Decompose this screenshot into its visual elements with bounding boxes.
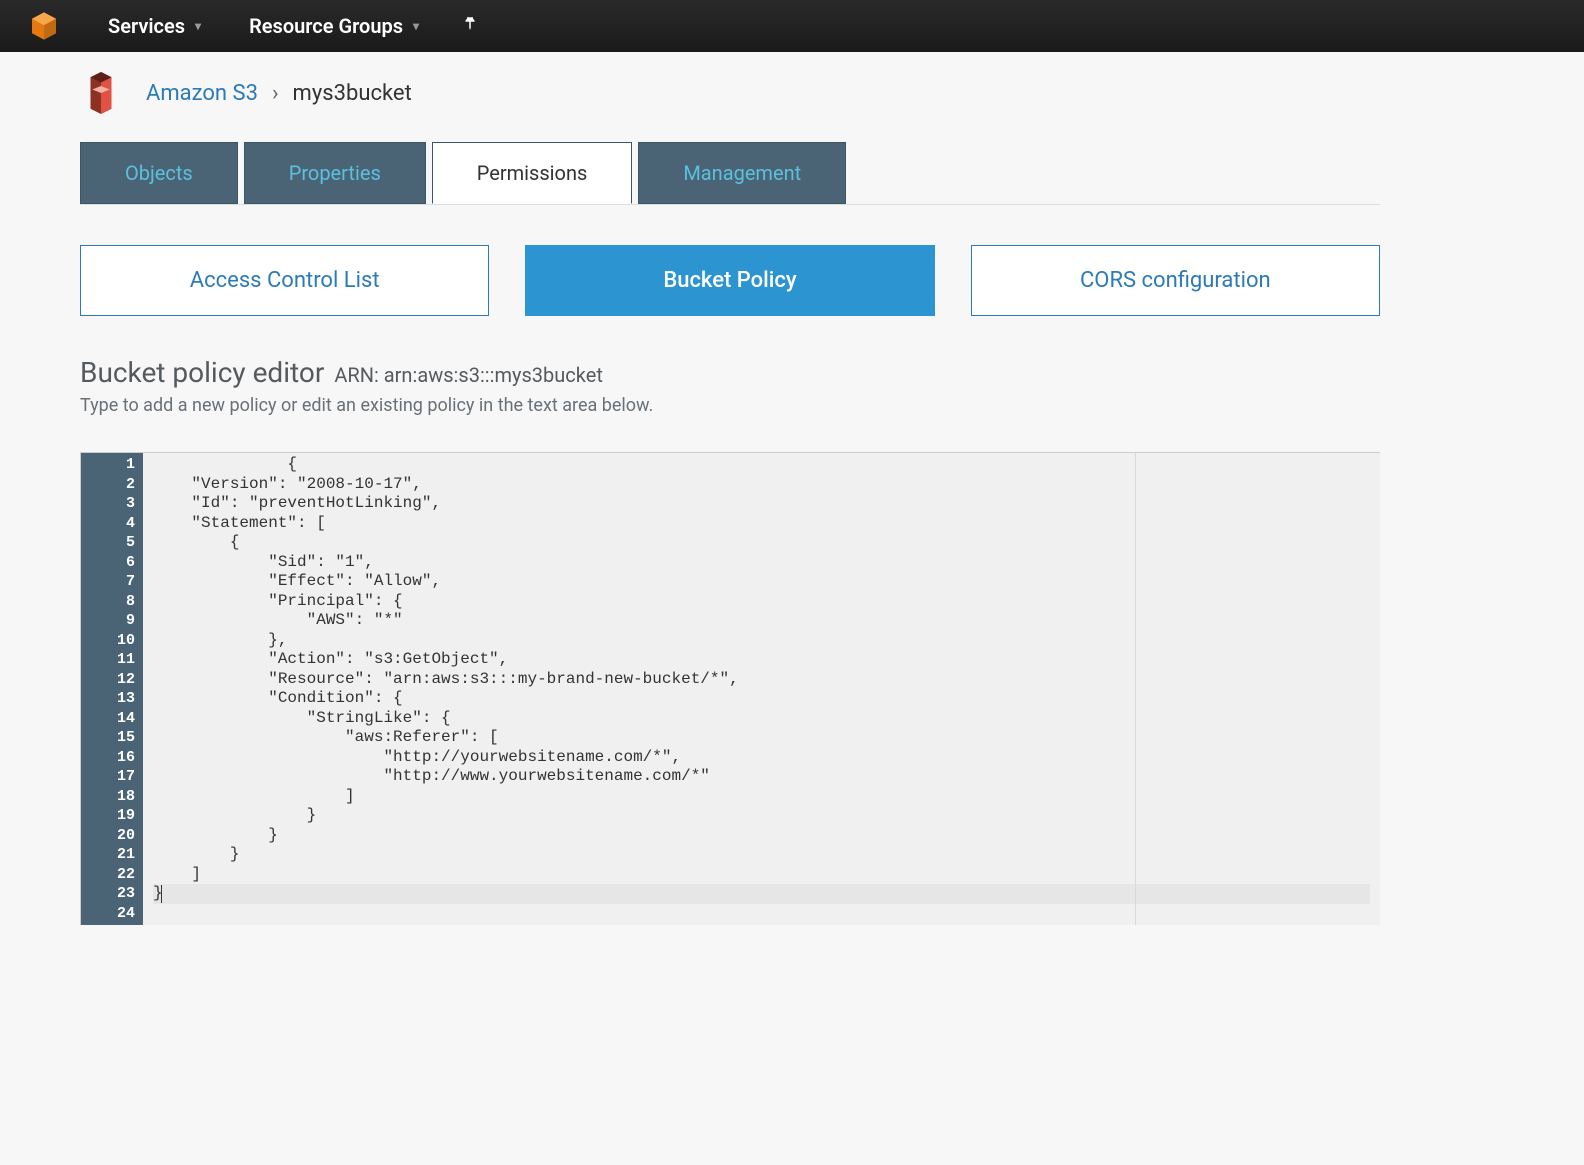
code-line[interactable]: "http://yourwebsitename.com/*", bbox=[153, 748, 1370, 768]
code-line[interactable]: "Statement": [ bbox=[153, 514, 1370, 534]
resource-groups-label: Resource Groups bbox=[249, 14, 403, 38]
line-number: 5 bbox=[85, 533, 135, 553]
tab-permissions[interactable]: Permissions bbox=[432, 142, 633, 204]
page-content: Amazon S3 › mys3bucket Objects Propertie… bbox=[80, 52, 1380, 925]
line-number: 7 bbox=[85, 572, 135, 592]
services-menu[interactable]: Services ▾ bbox=[84, 0, 225, 52]
code-line[interactable]: ] bbox=[153, 787, 1370, 807]
line-number: 15 bbox=[85, 728, 135, 748]
services-label: Services bbox=[108, 14, 185, 38]
line-number: 3 bbox=[85, 494, 135, 514]
code-line[interactable]: { bbox=[153, 455, 1370, 475]
sub-tab-bucket-policy[interactable]: Bucket Policy bbox=[525, 245, 934, 316]
editor-hint: Type to add a new policy or edit an exis… bbox=[80, 395, 1380, 416]
breadcrumb: Amazon S3 › mys3bucket bbox=[146, 81, 412, 106]
code-line[interactable]: } bbox=[153, 845, 1370, 865]
code-line[interactable]: "Resource": "arn:aws:s3:::my-brand-new-b… bbox=[153, 670, 1370, 690]
line-number: 11 bbox=[85, 650, 135, 670]
line-number: 13 bbox=[85, 689, 135, 709]
line-number: 16 bbox=[85, 748, 135, 768]
tab-objects[interactable]: Objects bbox=[80, 142, 238, 204]
line-number: 18 bbox=[85, 787, 135, 807]
line-number: 21 bbox=[85, 845, 135, 865]
editor-title: Bucket policy editor bbox=[80, 356, 324, 389]
editor-code-area[interactable]: { "Version": "2008-10-17", "Id": "preven… bbox=[143, 453, 1380, 925]
main-tabs: Objects Properties Permissions Managemen… bbox=[80, 142, 1380, 205]
code-line[interactable]: } bbox=[153, 806, 1370, 826]
editor-margin-line bbox=[1135, 453, 1136, 925]
code-line[interactable]: "Effect": "Allow", bbox=[153, 572, 1370, 592]
editor-gutter: 123456789101112131415161718192021222324 bbox=[81, 453, 143, 925]
code-line[interactable]: "Action": "s3:GetObject", bbox=[153, 650, 1370, 670]
line-number: 8 bbox=[85, 592, 135, 612]
editor-header: Bucket policy editor ARN: arn:aws:s3:::m… bbox=[80, 356, 1380, 416]
line-number: 22 bbox=[85, 865, 135, 885]
editor-arn: ARN: arn:aws:s3:::mys3bucket bbox=[334, 363, 603, 387]
code-line[interactable]: }, bbox=[153, 631, 1370, 651]
code-line[interactable]: "Condition": { bbox=[153, 689, 1370, 709]
breadcrumb-row: Amazon S3 › mys3bucket bbox=[80, 72, 1380, 114]
resource-groups-menu[interactable]: Resource Groups ▾ bbox=[225, 0, 443, 52]
code-line[interactable]: ] bbox=[153, 865, 1370, 885]
line-number: 17 bbox=[85, 767, 135, 787]
chevron-down-icon: ▾ bbox=[195, 19, 201, 33]
aws-cube-icon[interactable] bbox=[28, 10, 60, 42]
code-line[interactable]: } bbox=[153, 884, 1370, 904]
pin-icon[interactable] bbox=[443, 15, 497, 38]
code-line[interactable]: } bbox=[153, 826, 1370, 846]
line-number: 23 bbox=[85, 884, 135, 904]
breadcrumb-root-link[interactable]: Amazon S3 bbox=[146, 81, 258, 106]
s3-service-icon bbox=[80, 72, 122, 114]
chevron-down-icon: ▾ bbox=[413, 19, 419, 33]
line-number: 9 bbox=[85, 611, 135, 631]
code-line[interactable]: "Principal": { bbox=[153, 592, 1370, 612]
breadcrumb-current: mys3bucket bbox=[293, 81, 412, 106]
tab-properties[interactable]: Properties bbox=[244, 142, 426, 204]
line-number: 24 bbox=[85, 904, 135, 924]
code-line[interactable]: { bbox=[153, 533, 1370, 553]
sub-tab-cors[interactable]: CORS configuration bbox=[971, 245, 1380, 316]
code-line[interactable]: "http://www.yourwebsitename.com/*" bbox=[153, 767, 1370, 787]
code-line[interactable]: "aws:Referer": [ bbox=[153, 728, 1370, 748]
sub-tab-acl[interactable]: Access Control List bbox=[80, 245, 489, 316]
tab-management[interactable]: Management bbox=[638, 142, 846, 204]
code-line[interactable]: "Sid": "1", bbox=[153, 553, 1370, 573]
aws-top-nav: Services ▾ Resource Groups ▾ bbox=[0, 0, 1584, 52]
code-line[interactable]: "Id": "preventHotLinking", bbox=[153, 494, 1370, 514]
line-number: 20 bbox=[85, 826, 135, 846]
line-number: 4 bbox=[85, 514, 135, 534]
line-number: 14 bbox=[85, 709, 135, 729]
line-number: 1 bbox=[85, 455, 135, 475]
line-number: 19 bbox=[85, 806, 135, 826]
line-number: 10 bbox=[85, 631, 135, 651]
code-line[interactable]: "StringLike": { bbox=[153, 709, 1370, 729]
line-number: 12 bbox=[85, 670, 135, 690]
line-number: 6 bbox=[85, 553, 135, 573]
code-line[interactable]: "AWS": "*" bbox=[153, 611, 1370, 631]
code-line[interactable]: "Version": "2008-10-17", bbox=[153, 475, 1370, 495]
line-number: 2 bbox=[85, 475, 135, 495]
breadcrumb-separator: › bbox=[272, 81, 279, 106]
permission-sub-tabs: Access Control List Bucket Policy CORS c… bbox=[80, 245, 1380, 316]
bucket-policy-editor[interactable]: 123456789101112131415161718192021222324 … bbox=[80, 452, 1380, 925]
